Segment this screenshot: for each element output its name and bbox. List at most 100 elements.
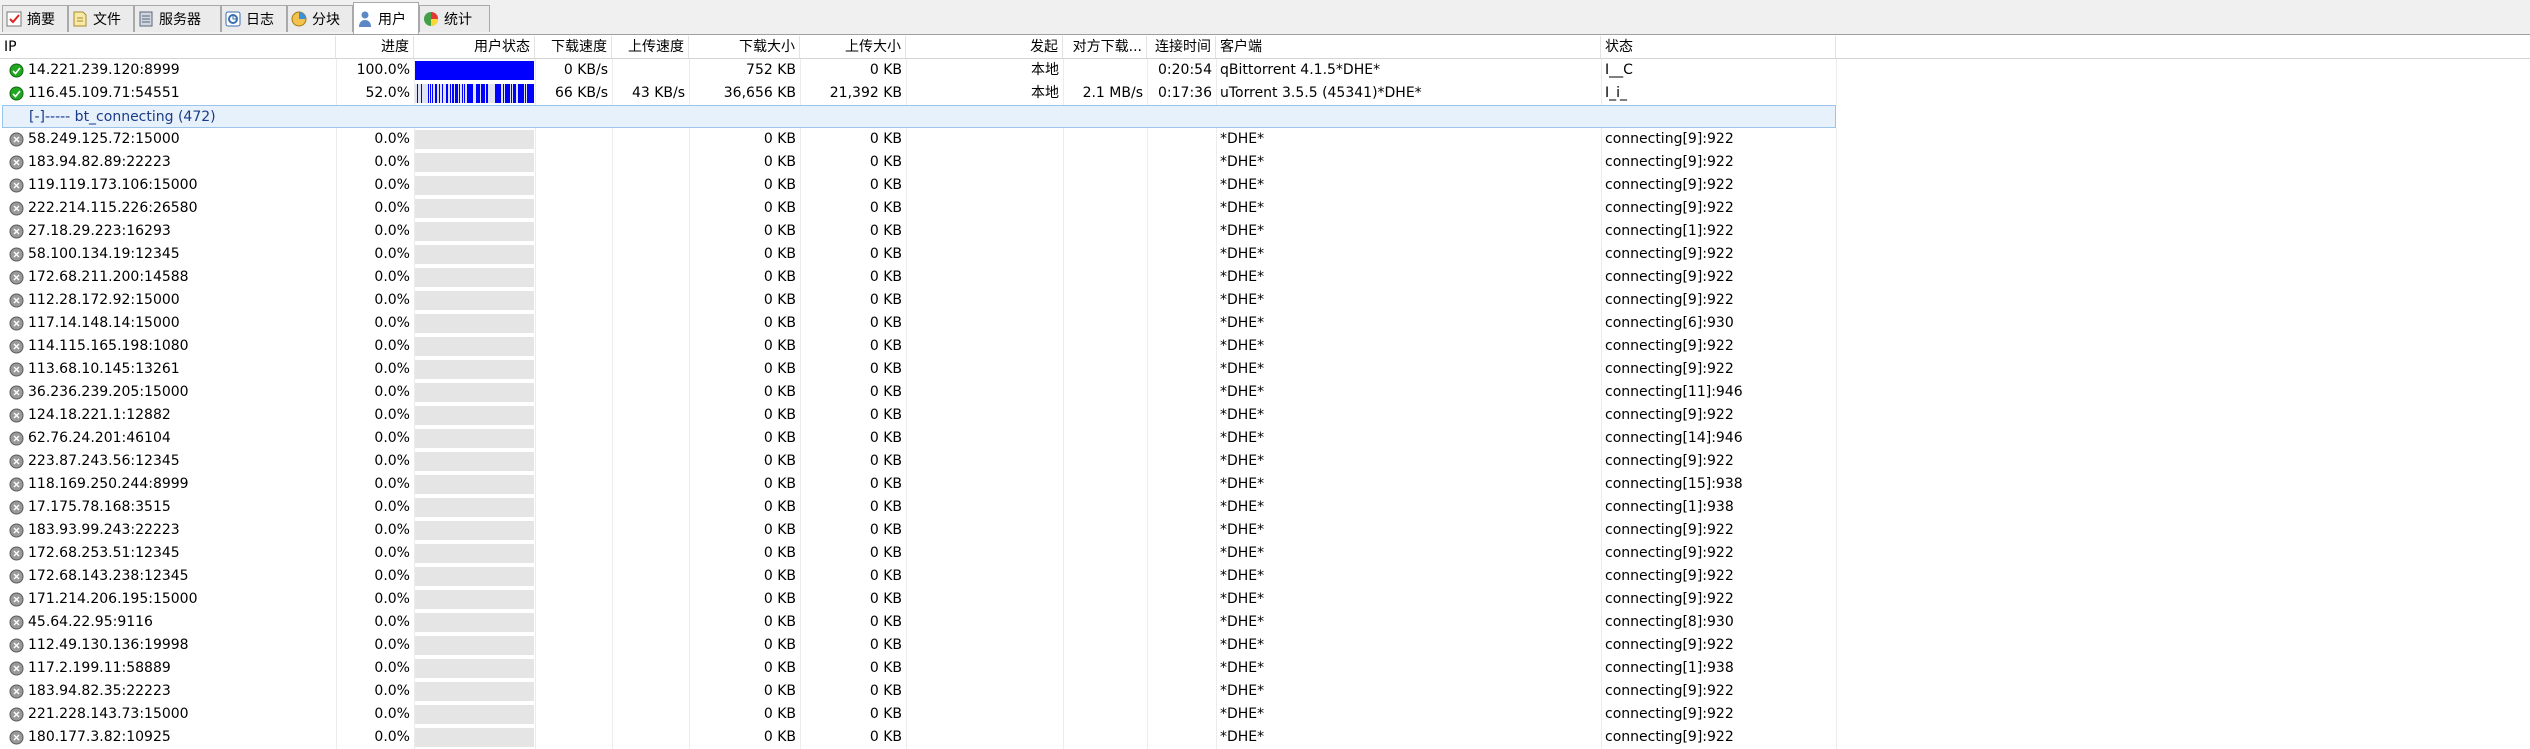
peer-row[interactable]: 58.100.134.19:12345 0.0% 0 KB 0 KB *DHE* conn… bbox=[0, 243, 2530, 266]
peer-row[interactable]: 183.94.82.35:22223 0.0% 0 KB 0 KB *DHE* conne… bbox=[0, 680, 2530, 703]
column-header-client[interactable]: 客户端 bbox=[1216, 36, 1601, 58]
peer-row[interactable]: 119.119.173.106:15000 0.0% 0 KB 0 KB *DHE* co… bbox=[0, 174, 2530, 197]
peer-row[interactable]: 221.228.143.73:15000 0.0% 0 KB 0 KB *DHE* con… bbox=[0, 703, 2530, 726]
peer-row[interactable]: 116.45.109.71:54551 52.0% 66 KB/s 43 KB/s 36… bbox=[0, 82, 2530, 105]
peer-status: connecting[1]:938 bbox=[1605, 660, 1734, 676]
peer-status: connecting[9]:922 bbox=[1605, 292, 1734, 308]
pieces-icon bbox=[290, 10, 308, 28]
peer-row[interactable]: 183.93.99.243:22223 0.0% 0 KB 0 KB *DHE* conn… bbox=[0, 519, 2530, 542]
peer-progress: 0.0% bbox=[374, 476, 410, 492]
column-header-remote-download[interactable]: 对方下载... bbox=[1063, 36, 1147, 58]
peer-row[interactable]: 58.249.125.72:15000 0.0% 0 KB 0 KB *DHE* conn… bbox=[0, 128, 2530, 151]
peer-row[interactable]: 36.236.239.205:15000 0.0% 0 KB 0 KB *DHE* con… bbox=[0, 381, 2530, 404]
peer-ip: 114.115.165.198:1080 bbox=[28, 338, 189, 354]
peer-ip-cell: 58.100.134.19:12345 bbox=[0, 243, 336, 266]
peer-client: *DHE* bbox=[1220, 637, 1265, 653]
column-divider bbox=[1063, 427, 1064, 450]
peer-status-bar bbox=[415, 383, 534, 402]
peer-row[interactable]: 112.49.130.136:19998 0.0% 0 KB 0 KB *DHE* con… bbox=[0, 634, 2530, 657]
column-header-connection-time[interactable]: 连接时间 bbox=[1147, 36, 1216, 58]
peer-status: connecting[9]:922 bbox=[1605, 706, 1734, 722]
column-divider bbox=[1063, 565, 1064, 588]
column-divider bbox=[1063, 450, 1064, 473]
column-header-downloaded[interactable]: 下载大小 bbox=[689, 36, 800, 58]
piece-mark bbox=[511, 84, 512, 103]
column-header-uploaded[interactable]: 上传大小 bbox=[800, 36, 906, 58]
peer-downloaded: 0 KB bbox=[763, 200, 796, 216]
column-divider bbox=[1836, 82, 1837, 105]
column-header-download-speed[interactable]: 下载速度 bbox=[535, 36, 612, 58]
peer-downloaded: 0 KB bbox=[763, 637, 796, 653]
tab-server[interactable]: 服务器 bbox=[134, 5, 221, 32]
peer-downloaded: 0 KB bbox=[763, 591, 796, 607]
tab-summary[interactable]: 摘要 bbox=[2, 5, 68, 32]
peer-row[interactable]: 172.68.143.238:12345 0.0% 0 KB 0 KB *DHE* con… bbox=[0, 565, 2530, 588]
peer-progress: 52.0% bbox=[365, 85, 410, 101]
column-header-peer-status[interactable]: 用户状态 bbox=[414, 36, 535, 58]
peer-row[interactable]: 14.221.239.120:8999 100.0% 0 KB/s 752 KB 0 K… bbox=[0, 59, 2530, 82]
peer-status-bar bbox=[415, 728, 534, 747]
column-header-origin[interactable]: 发起 bbox=[906, 36, 1063, 58]
tab-pieces[interactable]: 分块 bbox=[287, 5, 353, 32]
peer-row[interactable]: 180.177.3.82:10925 0.0% 0 KB 0 KB *DHE* conne… bbox=[0, 726, 2530, 749]
tab-peers[interactable]: 用户 bbox=[353, 2, 419, 34]
peer-status: I_i_ bbox=[1605, 85, 1628, 101]
peer-row[interactable]: 62.76.24.201:46104 0.0% 0 KB 0 KB *DHE* conne… bbox=[0, 427, 2530, 450]
column-header-upload-speed[interactable]: 上传速度 bbox=[612, 36, 689, 58]
piece-mark bbox=[428, 84, 429, 103]
peer-row[interactable]: 17.175.78.168:3515 0.0% 0 KB 0 KB *DHE* conne… bbox=[0, 496, 2530, 519]
peer-status: connecting[6]:930 bbox=[1605, 315, 1734, 331]
peer-ip-cell: 180.177.3.82:10925 bbox=[0, 726, 336, 749]
tab-stats[interactable]: 统计 bbox=[419, 5, 490, 32]
peer-ip: 113.68.10.145:13261 bbox=[28, 361, 180, 377]
peer-row[interactable]: 124.18.221.1:12882 0.0% 0 KB 0 KB *DHE* conne… bbox=[0, 404, 2530, 427]
tab-log[interactable]: 日志 bbox=[221, 5, 287, 32]
column-divider bbox=[1836, 496, 1837, 519]
column-divider bbox=[612, 404, 613, 427]
peer-row[interactable]: 113.68.10.145:13261 0.0% 0 KB 0 KB *DHE* conn… bbox=[0, 358, 2530, 381]
tab-label: 服务器 bbox=[159, 12, 201, 28]
peer-row[interactable]: 45.64.22.95:9116 0.0% 0 KB 0 KB *DHE* connect… bbox=[0, 611, 2530, 634]
peer-row[interactable]: 117.2.199.11:58889 0.0% 0 KB 0 KB *DHE* conne… bbox=[0, 657, 2530, 680]
peer-row[interactable]: 222.214.115.226:26580 0.0% 0 KB 0 KB *DHE* co… bbox=[0, 197, 2530, 220]
peer-client: *DHE* bbox=[1220, 177, 1265, 193]
peer-row[interactable]: 112.28.172.92:15000 0.0% 0 KB 0 KB *DHE* conn… bbox=[0, 289, 2530, 312]
peer-ip: 172.68.143.238:12345 bbox=[28, 568, 189, 584]
piece-mark bbox=[439, 84, 440, 103]
connected-peer-icon bbox=[9, 86, 28, 101]
column-divider bbox=[535, 611, 536, 634]
tab-label: 日志 bbox=[246, 12, 274, 28]
peer-list-header: IP 进度 用户状态 下载速度 上传速度 下载大小 上传大小 发起 对方下载..… bbox=[0, 36, 2530, 59]
peer-uploaded: 0 KB bbox=[869, 131, 902, 147]
peer-ip-cell: 223.87.243.56:12345 bbox=[0, 450, 336, 473]
peer-ip: 171.214.206.195:15000 bbox=[28, 591, 198, 607]
column-divider bbox=[1063, 680, 1064, 703]
peer-row[interactable]: 172.68.211.200:14588 0.0% 0 KB 0 KB *DHE* con… bbox=[0, 266, 2530, 289]
peer-row[interactable]: 114.115.165.198:1080 0.0% 0 KB 0 KB *DHE* con… bbox=[0, 335, 2530, 358]
peer-status-bar bbox=[415, 544, 534, 563]
peer-row[interactable]: 117.14.148.14:15000 0.0% 0 KB 0 KB *DHE* conn… bbox=[0, 312, 2530, 335]
peer-status: connecting[9]:922 bbox=[1605, 361, 1734, 377]
peer-row[interactable]: 223.87.243.56:12345 0.0% 0 KB 0 KB *DHE* conn… bbox=[0, 450, 2530, 473]
peer-row[interactable]: 171.214.206.195:15000 0.0% 0 KB 0 KB *DHE* co… bbox=[0, 588, 2530, 611]
column-divider bbox=[535, 128, 536, 151]
column-header-status[interactable]: 状态 bbox=[1601, 36, 1836, 58]
peer-row[interactable]: 118.169.250.244:8999 0.0% 0 KB 0 KB *DHE* con… bbox=[0, 473, 2530, 496]
column-divider bbox=[906, 358, 907, 381]
piece-mark bbox=[487, 84, 488, 103]
column-header-ip[interactable]: IP bbox=[0, 36, 336, 58]
peer-progress: 0.0% bbox=[374, 338, 410, 354]
column-divider bbox=[1836, 381, 1837, 404]
peer-progress: 0.0% bbox=[374, 614, 410, 630]
piece-mark bbox=[509, 84, 510, 103]
peer-row[interactable]: 183.94.82.89:22223 0.0% 0 KB 0 KB *DHE* conne… bbox=[0, 151, 2530, 174]
peer-progress: 0.0% bbox=[374, 384, 410, 400]
group-row-bt-connecting[interactable]: [-]----- bt_connecting (472) bbox=[2, 105, 1836, 128]
peer-row[interactable]: 172.68.253.51:12345 0.0% 0 KB 0 KB *DHE* conn… bbox=[0, 542, 2530, 565]
peer-ip: 36.236.239.205:15000 bbox=[28, 384, 189, 400]
column-divider bbox=[612, 197, 613, 220]
column-divider bbox=[612, 358, 613, 381]
tab-files[interactable]: 文件 bbox=[68, 5, 134, 32]
peer-row[interactable]: 27.18.29.223:16293 0.0% 0 KB 0 KB *DHE* conne… bbox=[0, 220, 2530, 243]
column-header-progress[interactable]: 进度 bbox=[336, 36, 414, 58]
